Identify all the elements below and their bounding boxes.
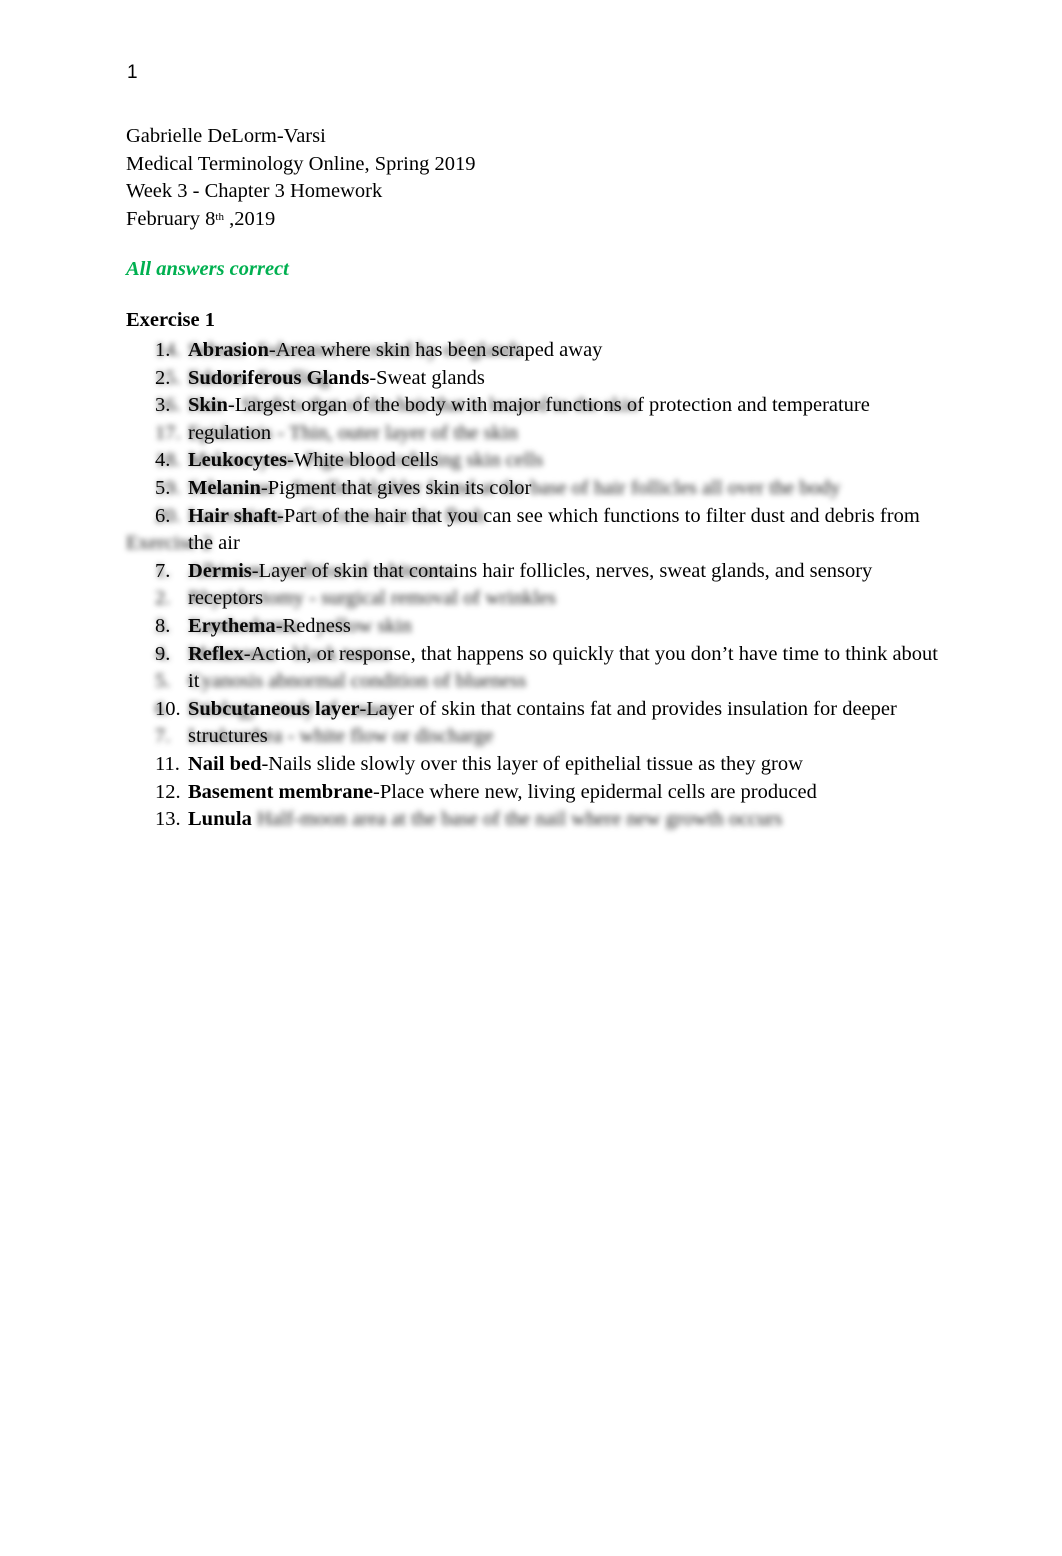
assignment-title: Week 3 - Chapter 3 Homework (126, 180, 383, 202)
item-text: Xanthoderma - yellow skin (188, 614, 412, 637)
item-text: Edema- Swelling (188, 366, 330, 389)
author-name: Gabrielle DeLorm-Varsi (126, 125, 326, 147)
item-text: Epidermis - Thin, outer layer of the ski… (188, 421, 518, 444)
item-text: Melanoma - black tumor (188, 642, 392, 665)
item-number: 16. (155, 394, 181, 417)
document-header: Gabrielle DeLorm-Varsi Medical Terminolo… (126, 123, 476, 233)
item-number: 20. (155, 504, 181, 527)
item-number: 13. (155, 808, 181, 831)
item-text: Melanocytes- Pigment producing skin cell… (188, 449, 544, 472)
item-number: 5. (155, 670, 171, 693)
list-item: 13. Lunula Half-moon area at the base of … (126, 806, 946, 834)
item-term: Lunula (188, 808, 252, 831)
page-number: 1 (127, 62, 138, 83)
item-number: 7. (155, 725, 171, 748)
item-number: 18. (155, 449, 181, 472)
blurred-list-item: 6. Etiology- study of causes (126, 696, 946, 724)
blurred-list-item: 16. Hair - Shaft is that of the hair that… (126, 392, 946, 420)
item-text: Sebaceous - Smaller bladder found at the… (188, 476, 841, 499)
item-number: 11. (155, 752, 180, 775)
item-number: 4. (155, 642, 171, 665)
item-number: 17. (155, 421, 181, 444)
blurred-list-item: 19. Sebaceous - Smaller bladder found at … (126, 475, 946, 503)
item-number: 15. (155, 366, 181, 389)
blurred-list-item: 3. Xanthoderma - yellow skin (126, 613, 946, 641)
blurred-list-item: 14. Sebum- Substance secreted by oil glan… (126, 337, 946, 365)
item-definition: -Nails slide slowly over this layer of e… (261, 752, 803, 775)
blurred-list-item: 4. Melanoma - black tumor (126, 641, 946, 669)
item-text: Albinism condition of whiteness (188, 559, 456, 582)
item-number: 12. (155, 780, 181, 803)
course-name: Medical Terminology Online, Spring 2019 (126, 152, 476, 175)
item-definition: -Place where new, living epidermal cells… (373, 780, 817, 803)
assignment-date: February 8th ,2019 (126, 206, 476, 234)
blurred-content: 14. Sebum- Substance secreted by oil glan… (126, 337, 946, 751)
item-text: Sebum- Substance secreted by oil glands (188, 339, 524, 361)
exercise-1-title: Exercise 1 (126, 309, 215, 331)
list-item: 11. Nail bed-Nails slide slowly over this… (126, 751, 946, 779)
date-year: ,2019 (223, 207, 276, 230)
grading-note: All answers correct (126, 258, 289, 280)
item-text: Leukorrhea - white flow or discharge (188, 725, 494, 748)
item-number: 19. (155, 476, 181, 499)
blurred-definition: Half-moon area at the base of the nail w… (256, 808, 783, 831)
item-number: 14. (155, 339, 181, 361)
item-text: Etiology- study of causes (188, 697, 396, 720)
item-text: Rhytidectomy - surgical removal of wrink… (188, 587, 556, 610)
exercise-2-title: Exercise 2 (126, 532, 212, 555)
item-number: 6. (155, 697, 171, 720)
date-suffix: th (215, 210, 224, 223)
blurred-list-item: 1. Albinism condition of whiteness (126, 558, 946, 586)
blurred-list-item: 15. Edema- Swelling (126, 365, 946, 393)
item-text: Lacerations - Cut or tear in the flesh (188, 504, 485, 527)
item-text: Hair - Shaft is that of the hair that is… (188, 394, 639, 417)
blurred-list-item: 5. Cyanosis abnormal condition of bluenes… (126, 668, 946, 696)
blurred-list-item: 17. Epidermis - Thin, outer layer of the … (126, 420, 946, 448)
item-number: 3. (155, 614, 171, 637)
blurred-list-item: 18. Melanocytes- Pigment producing skin c… (126, 447, 946, 475)
date-main: February 8 (126, 207, 216, 230)
blurred-list-item: 2. Rhytidectomy - surgical removal of wri… (126, 585, 946, 613)
item-term: Nail bed (188, 752, 262, 775)
blurred-list-item: 20. Lacerations - Cut or tear in the fles… (126, 503, 946, 531)
item-number: 1. (155, 559, 171, 582)
list-item: 12. Basement membrane-Place where new, li… (126, 779, 946, 807)
item-text: Cyanosis abnormal condition of blueness (188, 670, 527, 693)
item-term: Basement membrane (188, 780, 374, 803)
item-number: 2. (155, 587, 171, 610)
blurred-list-item: 7. Leukorrhea - white flow or discharge (126, 723, 946, 751)
